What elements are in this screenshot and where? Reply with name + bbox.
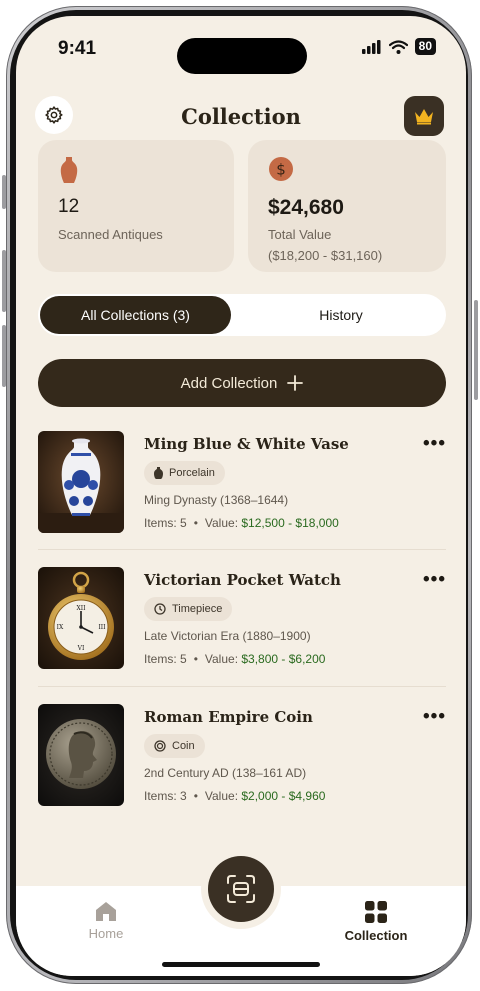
item-value: $2,000 - $4,960 [241, 789, 326, 803]
signal-icon [361, 39, 381, 54]
crown-icon [415, 109, 433, 125]
item-count: Items: 5 [144, 652, 187, 666]
list-item[interactable]: Ming Blue & White Vase ••• Porcelain Min… [38, 431, 446, 551]
wifi-icon [388, 39, 408, 54]
item-meta: Items: 5 • Value: $12,500 - $18,000 [144, 516, 339, 530]
nav-collection-label: Collection [344, 928, 408, 943]
grid-icon [365, 901, 387, 923]
item-era: Late Victorian Era (1880–1900) [144, 629, 311, 643]
battery-indicator: 80 [414, 38, 436, 55]
item-meta: Items: 5 • Value: $3,800 - $6,200 [144, 652, 326, 666]
home-indicator [162, 962, 320, 967]
list-item[interactable]: Roman Empire Coin ••• Coin 2nd Century A… [38, 704, 446, 824]
divider [38, 686, 446, 687]
app-screen: 9:41 80 Collection 12 Scanned Antiques $… [16, 16, 466, 976]
home-icon [96, 902, 116, 921]
action-button [2, 175, 6, 209]
svg-text:XII: XII [76, 605, 86, 612]
scan-icon [227, 875, 255, 903]
value-label: Value: [204, 789, 239, 803]
volume-up-button [2, 250, 6, 312]
divider [38, 549, 446, 550]
watch-thumbnail: XII III VI IX [38, 567, 124, 669]
category-tag-label: Coin [172, 740, 195, 752]
vase-icon [60, 157, 78, 183]
category-tag: Timepiece [144, 597, 233, 621]
item-meta: Items: 3 • Value: $2,000 - $4,960 [144, 789, 326, 803]
svg-text:III: III [98, 624, 106, 631]
item-value: $12,500 - $18,000 [241, 516, 339, 530]
stat-card-value: $ $24,680 Total Value ($18,200 - $31,160… [248, 140, 446, 272]
scan-button-wrap [201, 849, 281, 929]
list-item[interactable]: XII III VI IX Victorian Pocket Watch •••… [38, 567, 446, 687]
item-count: Items: 5 [144, 516, 187, 530]
clock-icon [154, 603, 166, 615]
item-name: Victorian Pocket Watch [144, 571, 341, 589]
vase-thumbnail [38, 431, 124, 533]
category-tag: Porcelain [144, 461, 225, 485]
item-name: Roman Empire Coin [144, 708, 313, 726]
status-icons: 80 [361, 38, 436, 55]
status-bar: 9:41 80 [16, 16, 466, 74]
app-header: Collection [16, 86, 466, 146]
add-collection-label: Add Collection [180, 374, 278, 392]
more-options-icon[interactable]: ••• [423, 706, 446, 728]
scanned-label: Scanned Antiques [58, 227, 163, 242]
status-time: 9:41 [58, 38, 97, 59]
item-era: Ming Dynasty (1368–1644) [144, 493, 289, 507]
svg-text:VI: VI [77, 645, 85, 652]
volume-down-button [2, 325, 6, 387]
more-options-icon[interactable]: ••• [423, 433, 446, 455]
vase-small-icon [154, 467, 163, 479]
page-title: Collection [181, 104, 301, 129]
add-collection-button[interactable]: Add Collection [38, 359, 446, 407]
item-era: 2nd Century AD (138–161 AD) [144, 766, 307, 780]
category-tag: Coin [144, 734, 205, 758]
dollar-coin-icon: $ [269, 157, 293, 181]
stat-card-scanned: 12 Scanned Antiques [38, 140, 234, 272]
coin-thumbnail [38, 704, 124, 806]
category-tag-label: Porcelain [169, 467, 215, 479]
nav-home[interactable]: Home [76, 900, 136, 941]
value-label: Value: [204, 652, 239, 666]
dynamic-island [177, 38, 307, 74]
value-label: Value: [204, 516, 239, 530]
coin-icon [154, 740, 166, 752]
tab-all-collections[interactable]: All Collections (3) [40, 296, 231, 334]
item-name: Ming Blue & White Vase [144, 435, 349, 453]
power-button [474, 300, 478, 400]
scan-button[interactable] [208, 856, 274, 922]
tab-history[interactable]: History [238, 296, 444, 334]
svg-text:IX: IX [57, 624, 64, 631]
item-value: $3,800 - $6,200 [241, 652, 326, 666]
more-options-icon[interactable]: ••• [423, 569, 446, 591]
nav-collection[interactable]: Collection [340, 900, 412, 943]
svg-text:$: $ [276, 161, 286, 179]
collection-tabs: All Collections (3) History [38, 294, 446, 336]
total-value-label: Total Value [268, 227, 332, 242]
category-tag-label: Timepiece [172, 603, 223, 615]
total-value-range: ($18,200 - $31,160) [268, 248, 383, 263]
premium-button[interactable] [404, 96, 444, 136]
item-count: Items: 3 [144, 789, 187, 803]
total-value: $24,680 [268, 196, 344, 219]
plus-icon [287, 375, 304, 391]
nav-home-label: Home [88, 926, 124, 941]
scanned-count: 12 [58, 196, 80, 217]
